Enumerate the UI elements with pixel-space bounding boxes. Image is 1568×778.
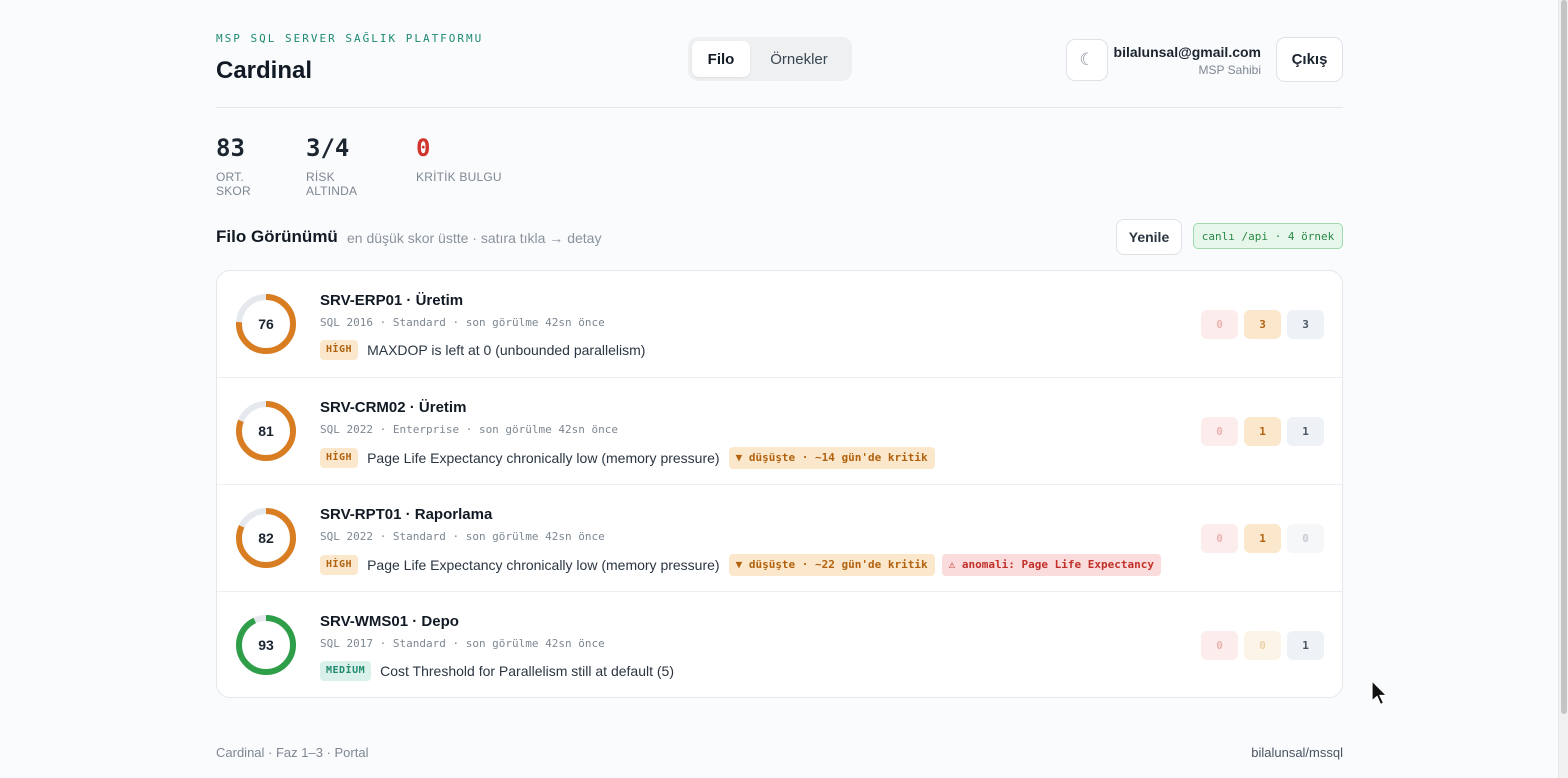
- stat-label: RİSK ALTINDA: [306, 170, 358, 198]
- server-row[interactable]: 81 SRV-CRM02 · Üretim SQL 2022 · Enterpr…: [217, 378, 1342, 485]
- medium-count: 0: [1287, 524, 1324, 553]
- trend-chip: ▼ düşüşte · ~14 gün'de kritik: [728, 447, 935, 469]
- user-email: bilalunsal@gmail.com: [1113, 44, 1261, 60]
- critical-count: 0: [1201, 524, 1238, 553]
- user-info: bilalunsal@gmail.com MSP Sahibi: [1114, 44, 1261, 77]
- finding-counts: 0 1 1: [1195, 417, 1324, 446]
- top-finding: HİGH Page Life Expectancy chronically lo…: [320, 554, 1168, 576]
- mouse-cursor-icon: [1371, 680, 1388, 706]
- high-count: 1: [1244, 417, 1281, 446]
- server-meta: SQL 2022 · Enterprise · son görülme 42sn…: [320, 423, 619, 436]
- stat-value: 83: [216, 134, 245, 162]
- server-name: SRV-CRM02 · Üretim: [320, 399, 467, 416]
- logout-button[interactable]: Çıkış: [1276, 37, 1343, 82]
- high-count: 0: [1244, 631, 1281, 660]
- page-scrollbar[interactable]: [1558, 0, 1568, 778]
- server-name: SRV-ERP01 · Üretim: [320, 292, 464, 309]
- stats-bar: 83 ORT. SKOR 3/4 RİSK ALTINDA 0 KRİTİK B…: [216, 134, 532, 198]
- medium-count: 1: [1287, 631, 1324, 660]
- top-header: MSP SQL SERVER SAĞLIK PLATFORMU Cardinal…: [216, 0, 1343, 108]
- finding-counts: 0 0 1: [1195, 631, 1324, 660]
- trend-chip: ▼ düşüşte · ~22 gün'de kritik: [728, 554, 935, 576]
- server-name: SRV-WMS01 · Depo: [320, 613, 459, 630]
- server-list: 76 SRV-ERP01 · Üretim SQL 2016 · Standar…: [216, 270, 1343, 698]
- section-subtitle: en düşük skor üstte · satıra tıkla → det…: [347, 230, 602, 246]
- finding-text: MAXDOP is left at 0 (unbounded paralleli…: [367, 342, 646, 358]
- critical-count: 0: [1201, 310, 1238, 339]
- score-value: 93: [258, 637, 274, 653]
- live-api-badge: canlı /api · 4 örnek: [1193, 223, 1343, 249]
- medium-count: 3: [1287, 310, 1324, 339]
- finding-text: Cost Threshold for Parallelism still at …: [380, 663, 674, 679]
- score-value: 81: [258, 423, 274, 439]
- stat-critical: 0 KRİTİK BULGU: [416, 134, 502, 198]
- footer-left: Cardinal · Faz 1–3 · Portal: [216, 745, 369, 760]
- score-value: 76: [258, 316, 274, 332]
- critical-count: 0: [1201, 417, 1238, 446]
- server-meta: SQL 2017 · Standard · son görülme 42sn ö…: [320, 637, 605, 650]
- footer-right: bilalunsal/mssql: [1251, 745, 1343, 760]
- high-count: 3: [1244, 310, 1281, 339]
- server-meta: SQL 2022 · Standard · son görülme 42sn ö…: [320, 530, 605, 543]
- finding-text: Page Life Expectancy chronically low (me…: [367, 450, 720, 466]
- severity-badge: MEDİUM: [320, 661, 372, 681]
- scrollbar-thumb[interactable]: [1561, 0, 1567, 714]
- tab-filo[interactable]: Filo: [692, 41, 750, 77]
- stat-label: KRİTİK BULGU: [416, 170, 502, 184]
- stat-value: 3/4: [306, 134, 350, 162]
- refresh-button[interactable]: Yenile: [1116, 219, 1182, 255]
- theme-toggle-button[interactable]: ☾: [1066, 39, 1108, 81]
- tab-ornekler[interactable]: Örnekler: [750, 41, 848, 77]
- server-row[interactable]: 76 SRV-ERP01 · Üretim SQL 2016 · Standar…: [217, 271, 1342, 378]
- finding-counts: 0 1 0: [1195, 524, 1324, 553]
- severity-badge: HİGH: [320, 448, 359, 468]
- top-finding: HİGH Page Life Expectancy chronically lo…: [320, 447, 942, 469]
- severity-badge: HİGH: [320, 555, 359, 575]
- view-tabs: Filo Örnekler: [688, 37, 852, 81]
- moon-icon: ☾: [1079, 50, 1095, 69]
- medium-count: 1: [1287, 417, 1324, 446]
- brand-title: Cardinal: [216, 57, 313, 84]
- stat-label: ORT. SKOR: [216, 170, 251, 198]
- server-row[interactable]: 82 SRV-RPT01 · Raporlama SQL 2022 · Stan…: [217, 485, 1342, 592]
- severity-badge: HİGH: [320, 340, 359, 360]
- fleet-section-header: Filo Görünümü en düşük skor üstte · satı…: [216, 219, 1343, 255]
- server-row[interactable]: 93 SRV-WMS01 · Depo SQL 2017 · Standard …: [217, 592, 1342, 697]
- server-meta: SQL 2016 · Standard · son görülme 42sn ö…: [320, 316, 605, 329]
- brand-kicker: MSP SQL SERVER SAĞLIK PLATFORMU: [216, 32, 484, 45]
- top-finding: MEDİUM Cost Threshold for Parallelism st…: [320, 661, 683, 681]
- section-title: Filo Görünümü: [216, 227, 338, 246]
- anomaly-chip: ⚠ anomali: Page Life Expectancy: [941, 554, 1161, 576]
- main-container: MSP SQL SERVER SAĞLIK PLATFORMU Cardinal…: [216, 0, 1343, 698]
- stat-avg-score: 83 ORT. SKOR: [216, 134, 276, 198]
- top-finding: HİGH MAXDOP is left at 0 (unbounded para…: [320, 340, 654, 360]
- high-count: 1: [1244, 524, 1281, 553]
- finding-text: Page Life Expectancy chronically low (me…: [367, 557, 720, 573]
- user-role: MSP Sahibi: [1198, 63, 1261, 77]
- finding-counts: 0 3 3: [1195, 310, 1324, 339]
- stat-at-risk: 3/4 RİSK ALTINDA: [306, 134, 386, 198]
- score-value: 82: [258, 530, 274, 546]
- critical-count: 0: [1201, 631, 1238, 660]
- server-name: SRV-RPT01 · Raporlama: [320, 506, 493, 523]
- stat-value: 0: [416, 134, 431, 162]
